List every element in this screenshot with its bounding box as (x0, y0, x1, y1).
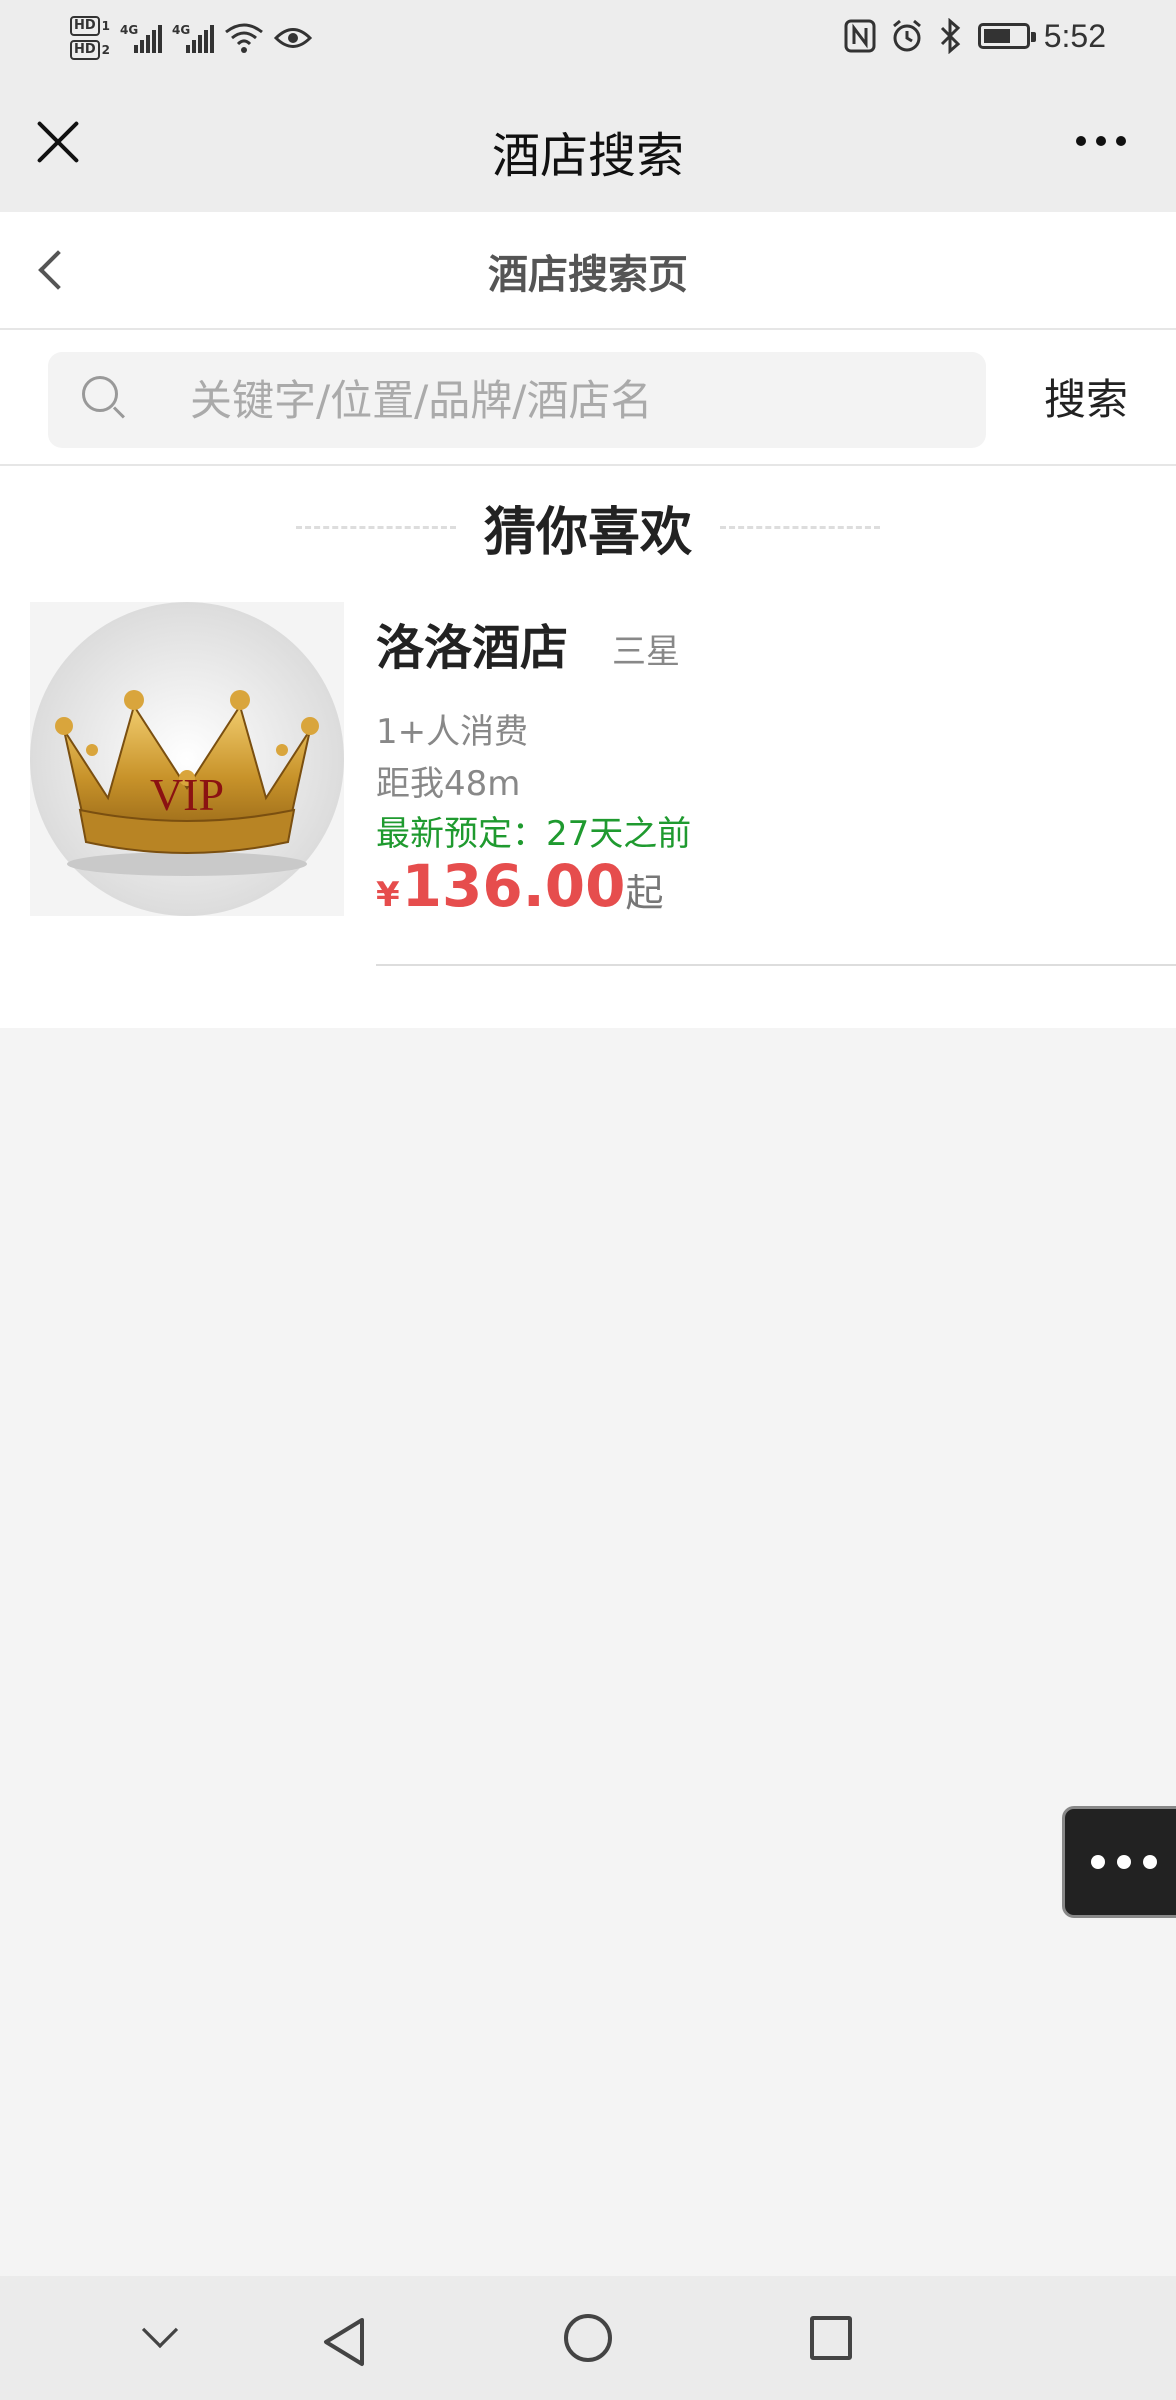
hotel-consumption: 1+人消费 (376, 712, 529, 752)
card-divider (376, 964, 1176, 966)
title-bar: 酒店搜索 (0, 74, 1176, 212)
search-box[interactable] (48, 352, 986, 448)
search-icon (82, 376, 126, 420)
battery-icon (977, 23, 1036, 49)
network1-label: 4G (120, 23, 139, 37)
wifi-icon (225, 23, 263, 53)
signal-icon-2: 4G (172, 23, 215, 53)
search-bar: 搜索 (0, 330, 1176, 466)
nav-home-icon[interactable] (564, 2314, 612, 2362)
sim1-number: 1 (101, 19, 111, 33)
hotel-card[interactable]: VIP 洛洛酒店 三星 1+人消费 距我48m 最新预定：27天之前 ¥ 136… (0, 602, 1176, 952)
section-header: 猜你喜欢 (0, 492, 1176, 563)
more-options-icon[interactable] (1076, 136, 1126, 146)
hotel-star-rating: 三星 (612, 632, 680, 672)
status-time: 5:52 (1043, 17, 1106, 54)
nfc-icon (844, 19, 876, 53)
eye-icon (274, 28, 313, 48)
sim1-indicator: HD 1 (70, 16, 110, 36)
status-right: 5:52 (844, 14, 1106, 58)
nav-recent-icon[interactable] (810, 2316, 852, 2360)
bluetooth-icon (940, 18, 960, 54)
price-currency: ¥ (376, 875, 400, 915)
status-left: HD 1 HD 2 4G 4G (70, 8, 313, 68)
sim2-indicator: HD 2 (70, 40, 110, 60)
signal-icon: 4G (120, 23, 163, 53)
price-suffix: 起 (625, 871, 664, 915)
sim2-number: 2 (101, 43, 111, 57)
alarm-icon (892, 19, 921, 52)
sim2-hd-label: HD (70, 40, 100, 60)
hotel-latest-booking: 最新预定：27天之前 (376, 814, 692, 854)
floating-more-button[interactable] (1062, 1806, 1176, 1918)
nav-hide-chevron-icon[interactable] (141, 2311, 179, 2349)
sub-header-title: 酒店搜索页 (488, 252, 688, 298)
status-bar: HD 1 HD 2 4G 4G 5:52 (0, 0, 1176, 74)
system-nav-bar (0, 2276, 1176, 2400)
vip-crown-image (30, 602, 344, 916)
sub-header: 酒店搜索页 (0, 212, 1176, 330)
hotel-price: ¥ 136.00 起 (376, 852, 664, 920)
search-input[interactable] (190, 366, 950, 434)
hotel-image: VIP (30, 602, 344, 916)
hotel-name: 洛洛酒店 (376, 620, 569, 676)
vip-label: VIP (149, 769, 225, 820)
price-value: 136.00 (401, 852, 626, 920)
section-divider-left (295, 525, 456, 529)
search-button[interactable]: 搜索 (1044, 366, 1128, 427)
sim-indicators: HD 1 HD 2 (70, 16, 110, 60)
section-divider-right (720, 525, 880, 529)
page-title: 酒店搜索 (491, 128, 684, 184)
hotel-distance: 距我48m (376, 764, 521, 804)
nav-back-icon[interactable] (322, 2316, 366, 2368)
network2-label: 4G (172, 23, 191, 37)
section-title: 猜你喜欢 (483, 502, 692, 563)
recommend-section: 猜你喜欢 VIP 洛洛酒店 三星 1+人消费 距我48m 最新预定：27天之前 … (0, 466, 1176, 1028)
sim1-hd-label: HD (70, 16, 100, 36)
